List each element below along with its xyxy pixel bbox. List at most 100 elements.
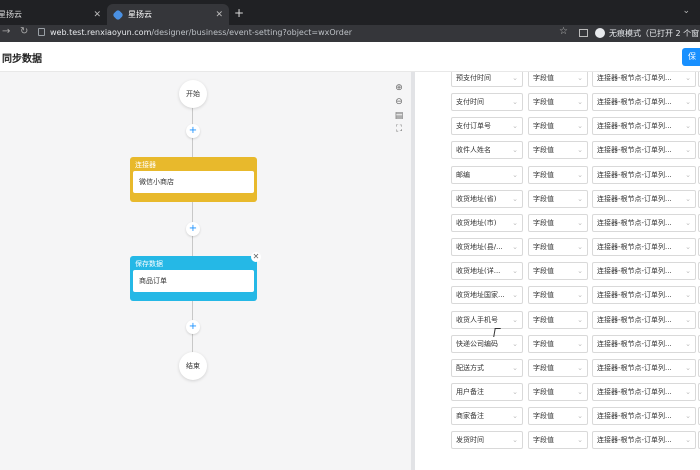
source-field-select[interactable]: 连接器-根节点-订单列... ⌄ [592,189,696,208]
chevron-down-icon: ⌄ [685,436,691,445]
select-value: 字段值 [533,315,554,324]
forward-arrow-icon[interactable]: → [2,26,10,37]
delete-node-icon[interactable]: ✕ [251,252,261,262]
target-field-select[interactable]: 收货人手机号 ⌄ [451,310,523,329]
zoom-out-icon[interactable]: ⊖ [394,97,404,107]
target-field-select[interactable]: 收货地址(县/... ⌄ [451,238,523,257]
select-value: 字段值 [533,243,554,252]
select-value: 字段值 [533,98,554,107]
source-field-select[interactable]: 连接器-根节点-订单列... ⌄ [592,358,696,377]
reload-icon[interactable]: ↻ [20,26,28,37]
mapping-row: 配送方式 ⌄ 字段值 ⌄ 连接器-根节点-订单列... ⌄ [415,358,700,377]
target-field-select[interactable]: 预支付时间 ⌄ [451,72,523,87]
value-type-select[interactable]: 字段值 ⌄ [528,165,588,184]
source-field-select[interactable]: 连接器-根节点-订单列... ⌄ [592,431,696,450]
chevron-down-icon: ⌄ [685,291,691,300]
select-value: 字段值 [533,363,554,372]
start-node[interactable]: 开始 [179,80,207,108]
value-type-select[interactable]: 字段值 ⌄ [528,189,588,208]
side-panel-icon[interactable] [579,29,588,37]
source-field-select[interactable]: 连接器-根节点-订单列... ⌄ [592,213,696,232]
browser-tab-1[interactable]: 星扬云 ✕ [0,4,107,25]
target-field-select[interactable]: 收货地址国家... ⌄ [451,286,523,305]
select-value: 字段值 [533,122,554,131]
connector-node[interactable]: 连接器 微信小商店 [130,157,257,202]
target-field-select[interactable]: 快递公司编码 ⌄ [451,334,523,353]
mapping-row: 快递公司编码 ⌄ 字段值 ⌄ 连接器-根节点-订单列... ⌄ [415,334,700,353]
url-field[interactable]: web.test.renxiaoyun.com/designer/busines… [50,28,352,37]
target-field-select[interactable]: 支付订单号 ⌄ [451,117,523,136]
close-tab-icon[interactable]: ✕ [93,10,101,20]
source-field-select[interactable]: 连接器-根节点-订单列... ⌄ [592,262,696,281]
chevron-down-icon: ⌄ [577,436,583,445]
chevron-down-icon: ⌄ [685,339,691,348]
bookmark-star-icon[interactable]: ☆ [559,26,568,37]
chevron-down-icon: ⌄ [577,387,583,396]
value-type-select[interactable]: 字段值 ⌄ [528,310,588,329]
new-tab-icon[interactable]: + [234,6,244,20]
target-field-select[interactable]: 收货地址(市) ⌄ [451,213,523,232]
value-type-select[interactable]: 字段值 ⌄ [528,358,588,377]
tab-search-icon[interactable]: ⌄ [682,6,690,16]
select-value: 连接器-根节点-订单列... [597,412,672,421]
select-value: 连接器-根节点-订单列... [597,74,672,82]
value-type-select[interactable]: 字段值 ⌄ [528,72,588,87]
lock-icon[interactable] [38,28,45,36]
target-field-select[interactable]: 支付时间 ⌄ [451,93,523,112]
mapping-row: 收货地址国家... ⌄ 字段值 ⌄ 连接器-根节点-订单列... ⌄ [415,286,700,305]
target-field-select[interactable]: 收货地址(省) ⌄ [451,189,523,208]
value-type-select[interactable]: 字段值 ⌄ [528,407,588,426]
target-field-select[interactable]: 发货时间 ⌄ [451,431,523,450]
source-field-select[interactable]: 连接器-根节点-订单列... ⌄ [592,382,696,401]
add-step-button[interactable]: + [186,222,200,236]
chevron-down-icon: ⌄ [577,339,583,348]
source-field-select[interactable]: 连接器-根节点-订单列... ⌄ [592,117,696,136]
tab-label: 星扬云 [0,10,22,19]
target-field-select[interactable]: 邮编 ⌄ [451,165,523,184]
chevron-down-icon: ⌄ [512,74,518,82]
add-step-button[interactable]: + [186,124,200,138]
incognito-label[interactable]: 无痕模式（已打开 2 个窗口） [609,28,700,39]
value-type-select[interactable]: 字段值 ⌄ [528,382,588,401]
source-field-select[interactable]: 连接器-根节点-订单列... ⌄ [592,238,696,257]
zoom-in-icon[interactable]: ⊕ [394,83,404,93]
value-type-select[interactable]: 字段值 ⌄ [528,431,588,450]
value-type-select[interactable]: 字段值 ⌄ [528,213,588,232]
value-type-select[interactable]: 字段值 ⌄ [528,262,588,281]
chevron-down-icon: ⌄ [577,98,583,107]
source-field-select[interactable]: 连接器-根节点-订单列... ⌄ [592,407,696,426]
source-field-select[interactable]: 连接器-根节点-订单列... ⌄ [592,72,696,87]
source-field-select[interactable]: 连接器-根节点-订单列... ⌄ [592,141,696,160]
fit-view-icon[interactable]: ▤ [394,111,404,121]
source-field-select[interactable]: 连接器-根节点-订单列... ⌄ [592,165,696,184]
browser-tab-2[interactable]: 星扬云 ✕ [107,4,229,25]
source-field-select[interactable]: 连接器-根节点-订单列... ⌄ [592,334,696,353]
source-field-select[interactable]: 连接器-根节点-订单列... ⌄ [592,310,696,329]
chevron-down-icon: ⌄ [685,146,691,155]
value-type-select[interactable]: 字段值 ⌄ [528,93,588,112]
chevron-down-icon: ⌄ [685,218,691,227]
target-field-select[interactable]: 配送方式 ⌄ [451,358,523,377]
target-field-select[interactable]: 商家备注 ⌄ [451,407,523,426]
source-field-select[interactable]: 连接器-根节点-订单列... ⌄ [592,93,696,112]
save-button[interactable]: 保 [682,48,700,66]
value-type-select[interactable]: 字段值 ⌄ [528,141,588,160]
save-data-node[interactable]: 保存数据 商品订单 [130,256,257,301]
target-field-select[interactable]: 用户备注 ⌄ [451,382,523,401]
select-value: 发货时间 [456,436,484,445]
select-value: 字段值 [533,74,554,82]
chevron-down-icon: ⌄ [577,146,583,155]
target-field-select[interactable]: 收件人姓名 ⌄ [451,141,523,160]
node-label: 连接器 [135,161,156,169]
chevron-down-icon: ⌄ [512,412,518,421]
value-type-select[interactable]: 字段值 ⌄ [528,117,588,136]
value-type-select[interactable]: 字段值 ⌄ [528,286,588,305]
source-field-select[interactable]: 连接器-根节点-订单列... ⌄ [592,286,696,305]
add-step-button[interactable]: + [186,320,200,334]
target-field-select[interactable]: 收货地址(详... ⌄ [451,262,523,281]
value-type-select[interactable]: 字段值 ⌄ [528,238,588,257]
fullscreen-icon[interactable]: ⛶ [394,124,404,134]
value-type-select[interactable]: 字段值 ⌄ [528,334,588,353]
close-tab-icon[interactable]: ✕ [215,10,223,20]
end-node[interactable]: 结束 [179,352,207,380]
